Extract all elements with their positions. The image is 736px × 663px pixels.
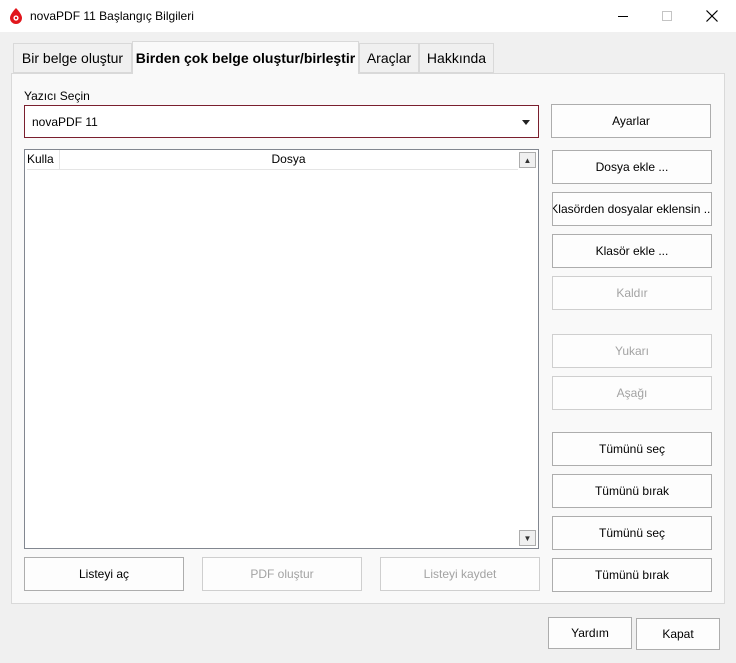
scroll-down-button[interactable]: ▼ bbox=[519, 530, 536, 546]
remove-button[interactable]: Kaldır bbox=[552, 276, 712, 310]
printer-select[interactable]: novaPDF 11 bbox=[24, 105, 539, 138]
dropdown-arrow-icon bbox=[522, 120, 530, 125]
column-header-user[interactable]: Kulla bbox=[27, 150, 60, 170]
open-list-button[interactable]: Listeyi aç bbox=[24, 557, 184, 591]
move-up-button[interactable]: Yukarı bbox=[552, 334, 712, 368]
tab-tools[interactable]: Araçlar bbox=[359, 43, 419, 73]
file-list[interactable]: Kulla Dosya ▲ ▼ bbox=[24, 149, 539, 549]
column-header-file[interactable]: Dosya bbox=[59, 150, 518, 170]
move-down-button[interactable]: Aşağı bbox=[552, 376, 712, 410]
tab-create-document[interactable]: Bir belge oluştur bbox=[13, 43, 132, 73]
tab-about[interactable]: Hakkında bbox=[419, 43, 494, 73]
deselect-all-button[interactable]: Tümünü bırak bbox=[552, 474, 712, 508]
select-all-button-2[interactable]: Tümünü seç bbox=[552, 516, 712, 550]
add-files-from-folder-button[interactable]: Klasörden dosyalar eklensin ... bbox=[552, 192, 712, 226]
close-icon bbox=[706, 10, 718, 22]
printer-label: Yazıcı Seçin bbox=[24, 89, 90, 103]
minimize-button[interactable] bbox=[600, 0, 646, 32]
deselect-all-button-2[interactable]: Tümünü bırak bbox=[552, 558, 712, 592]
minimize-icon bbox=[617, 15, 628, 17]
scroll-up-button[interactable]: ▲ bbox=[519, 152, 536, 168]
arrow-down-icon: ▼ bbox=[523, 533, 532, 543]
select-all-button[interactable]: Tümünü seç bbox=[552, 432, 712, 466]
close-button[interactable]: Kapat bbox=[636, 618, 720, 650]
save-list-button[interactable]: Listeyi kaydet bbox=[380, 557, 540, 591]
add-file-button[interactable]: Dosya ekle ... bbox=[552, 150, 712, 184]
maximize-button[interactable] bbox=[644, 0, 690, 32]
window-title: novaPDF 11 Başlangıç Bilgileri bbox=[30, 9, 194, 23]
add-folder-button[interactable]: Klasör ekle ... bbox=[552, 234, 712, 268]
printer-select-value: novaPDF 11 bbox=[32, 114, 98, 129]
maximize-icon bbox=[661, 10, 672, 21]
help-button[interactable]: Yardım bbox=[548, 617, 632, 649]
settings-button[interactable]: Ayarlar bbox=[551, 104, 711, 138]
arrow-up-icon: ▲ bbox=[523, 155, 532, 165]
create-pdf-button[interactable]: PDF oluştur bbox=[202, 557, 362, 591]
novapdf-logo-icon bbox=[10, 8, 22, 24]
close-window-button[interactable] bbox=[689, 0, 735, 32]
tab-create-merge-multiple[interactable]: Birden çok belge oluştur/birleştir bbox=[132, 41, 359, 74]
